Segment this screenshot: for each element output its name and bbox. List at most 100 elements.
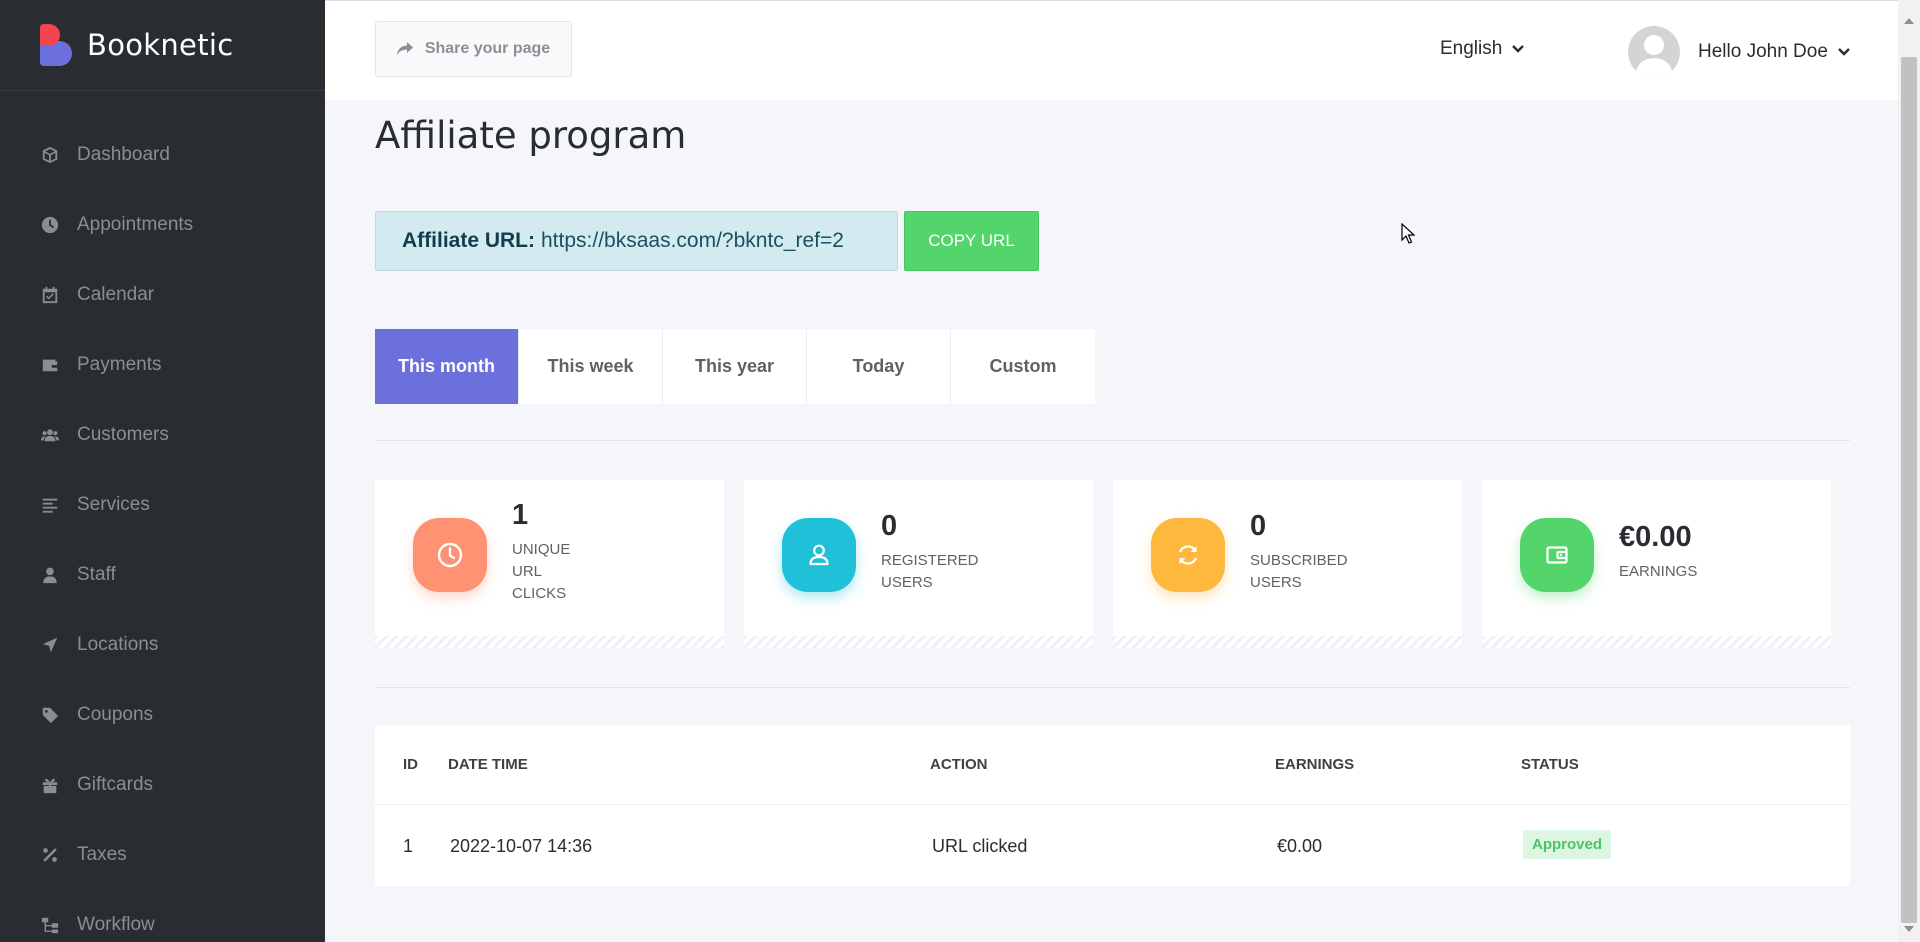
earnings-table: ID DATE TIME ACTION EARNINGS STATUS 1 20… (375, 725, 1850, 886)
sidebar-nav: Dashboard Appointments Calendar Payments… (0, 91, 325, 942)
stat-value: 0 (881, 510, 898, 542)
chevron-down-icon (1512, 45, 1525, 53)
affiliate-url-value: https://bksaas.com/?bkntc_ref=2 (541, 229, 844, 252)
mouse-cursor-icon (1401, 223, 1415, 244)
sidebar-item-calendar[interactable]: Calendar (0, 260, 325, 330)
sidebar-item-customers[interactable]: Customers (0, 400, 325, 470)
divider (375, 687, 1850, 688)
card-stripe (744, 636, 1093, 648)
sidebar-item-giftcards[interactable]: Giftcards (0, 750, 325, 820)
stat-label: REGISTERED USERS (881, 552, 979, 591)
stat-card-subscribed-users: 0 SUBSCRIBED USERS (1113, 480, 1462, 648)
list-icon (40, 495, 60, 515)
column-header-action[interactable]: ACTION (930, 756, 988, 773)
stat-value: 1 (512, 499, 529, 531)
cell-earnings: €0.00 (1277, 836, 1323, 856)
sidebar-item-label: Appointments (77, 214, 194, 235)
wallet-icon (40, 355, 60, 375)
tab-this-month[interactable]: This month (375, 329, 519, 404)
stat-card-unique-clicks: 1 UNIQUE URL CLICKS (375, 480, 724, 648)
share-page-label: Share your page (424, 40, 551, 57)
cell-id: 1 (403, 836, 414, 856)
column-header-earnings[interactable]: EARNINGS (1275, 756, 1354, 773)
calendar-icon (40, 285, 60, 305)
topbar: Share your page English Hello John Doe (325, 0, 1900, 100)
sidebar-item-services[interactable]: Services (0, 470, 325, 540)
card-stripe (375, 636, 724, 648)
page-scrollbar[interactable] (1898, 0, 1920, 942)
stat-value: €0.00 (1619, 521, 1692, 553)
share-page-button[interactable]: Share your page (375, 21, 572, 77)
sidebar-item-taxes[interactable]: Taxes (0, 820, 325, 890)
brand[interactable]: Booknetic (0, 0, 325, 91)
user-icon (40, 565, 60, 585)
language-select[interactable]: English (1440, 38, 1525, 60)
card-stripe (1113, 636, 1462, 648)
tab-this-year[interactable]: This year (663, 329, 807, 404)
booknetic-logo-icon (40, 24, 72, 66)
clock-icon (413, 518, 487, 592)
copy-url-button[interactable]: COPY URL (904, 211, 1039, 271)
percent-icon (40, 845, 60, 865)
sidebar-item-label: Coupons (77, 704, 154, 725)
share-icon (396, 42, 413, 55)
sidebar-item-payments[interactable]: Payments (0, 330, 325, 400)
sidebar: Booknetic Dashboard Appointments Calenda… (0, 0, 325, 942)
tab-custom[interactable]: Custom (951, 329, 1095, 404)
column-header-datetime[interactable]: DATE TIME (448, 756, 528, 773)
user-icon (782, 518, 856, 592)
gift-icon (40, 775, 60, 795)
card-stripe (1482, 636, 1831, 648)
tab-this-week[interactable]: This week (519, 329, 663, 404)
sidebar-item-label: Services (77, 494, 150, 515)
sidebar-item-label: Giftcards (77, 774, 154, 795)
refresh-icon (1151, 518, 1225, 592)
divider (375, 440, 1850, 441)
stat-label: UNIQUE URL CLICKS (512, 541, 571, 602)
sidebar-item-label: Locations (77, 634, 159, 655)
sidebar-item-coupons[interactable]: Coupons (0, 680, 325, 750)
scroll-down-icon[interactable] (1904, 926, 1914, 932)
users-icon (40, 425, 60, 445)
stat-label: EARNINGS (1619, 563, 1698, 580)
column-header-status[interactable]: STATUS (1521, 756, 1579, 773)
page-title: Affiliate program (375, 114, 687, 157)
sidebar-item-appointments[interactable]: Appointments (0, 190, 325, 260)
period-tabs: This month This week This year Today Cus… (375, 329, 1095, 404)
scroll-up-icon[interactable] (1904, 18, 1914, 24)
stat-label: SUBSCRIBED USERS (1250, 552, 1348, 591)
sidebar-item-label: Taxes (77, 844, 127, 865)
stat-value: 0 (1250, 510, 1267, 542)
sidebar-item-staff[interactable]: Staff (0, 540, 325, 610)
table-header: ID DATE TIME ACTION EARNINGS STATUS (375, 725, 1850, 805)
sidebar-item-label: Staff (77, 564, 116, 585)
brand-name: Booknetic (87, 28, 234, 62)
cube-icon (40, 145, 60, 165)
stat-card-registered-users: 0 REGISTERED USERS (744, 480, 1093, 648)
location-arrow-icon (40, 635, 60, 655)
tag-icon (40, 705, 60, 725)
sidebar-item-workflow[interactable]: Workflow (0, 890, 325, 942)
sidebar-item-label: Workflow (77, 914, 155, 935)
cell-action: URL clicked (932, 836, 1028, 856)
sidebar-item-label: Calendar (77, 284, 155, 305)
avatar (1628, 26, 1680, 78)
stat-card-earnings: €0.00 EARNINGS (1482, 480, 1831, 648)
sidebar-item-dashboard[interactable]: Dashboard (0, 120, 325, 190)
status-badge: Approved (1523, 830, 1612, 859)
tab-today[interactable]: Today (807, 329, 951, 404)
affiliate-url-label: Affiliate URL: (402, 229, 535, 252)
chevron-down-icon (1838, 48, 1850, 56)
workflow-icon (40, 915, 60, 935)
user-greeting: Hello John Doe (1698, 41, 1828, 62)
cell-datetime: 2022-10-07 14:36 (450, 836, 593, 856)
affiliate-url-box: Affiliate URL: https://bksaas.com/?bkntc… (375, 211, 898, 271)
user-menu[interactable]: Hello John Doe (1628, 26, 1850, 78)
sidebar-item-label: Customers (77, 424, 169, 445)
sidebar-item-locations[interactable]: Locations (0, 610, 325, 680)
scrollbar-thumb[interactable] (1901, 57, 1917, 923)
wallet-icon (1520, 518, 1594, 592)
column-header-id[interactable]: ID (403, 756, 418, 773)
sidebar-item-label: Dashboard (77, 144, 170, 165)
language-label: English (1440, 38, 1503, 59)
